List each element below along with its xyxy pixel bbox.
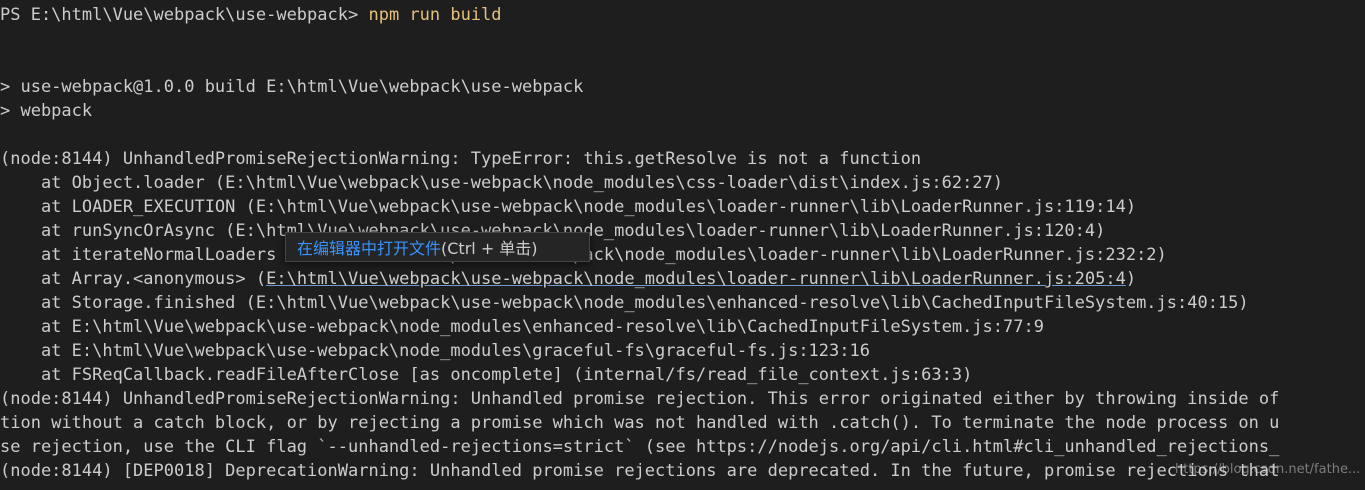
open-in-editor-tooltip: 在编辑器中打开文件 (Ctrl + 单击) <box>285 232 590 262</box>
tooltip-shortcut-hint: (Ctrl + 单击) <box>441 239 538 258</box>
stack-line: at Object.loader (E:\html\Vue\webpack\us… <box>0 173 1004 193</box>
stack-line: at E:\html\Vue\webpack\use-webpack\node_… <box>0 341 870 361</box>
open-in-editor-link[interactable]: 在编辑器中打开文件 <box>297 235 441 259</box>
prompt-line: PS E:\html\Vue\webpack\use-webpack> npm … <box>0 3 502 27</box>
stack-line: at FSReqCallback.readFileAfterClose [as … <box>0 365 973 385</box>
script-header-line: > use-webpack@1.0.0 build E:\html\Vue\we… <box>0 77 584 97</box>
terminal-panel[interactable]: PS E:\html\Vue\webpack\use-webpack> npm … <box>0 0 1365 490</box>
error-line: (node:8144) UnhandledPromiseRejectionWar… <box>0 149 922 169</box>
stack-line: at LOADER_EXECUTION (E:\html\Vue\webpack… <box>0 197 1137 217</box>
stack-line-array: at Array.<anonymous> (E:\html\Vue\webpac… <box>0 267 1136 291</box>
stack-suffix: ) <box>1125 269 1137 289</box>
file-link[interactable]: E:\html\Vue\webpack\use-webpack\node_mod… <box>266 269 1126 289</box>
warning-line: se rejection, use the CLI flag `--unhand… <box>0 437 1280 457</box>
watermark: https://blog.csdn.net/fathe... <box>1175 462 1361 477</box>
stack-line: at E:\html\Vue\webpack\use-webpack\node_… <box>0 317 1044 337</box>
warning-line: (node:8144) [DEP0018] DeprecationWarning… <box>0 461 1280 481</box>
warning-line: (node:8144) UnhandledPromiseRejectionWar… <box>0 389 1280 409</box>
stack-line: at Storage.finished (E:\html\Vue\webpack… <box>0 293 1249 313</box>
prompt-text: PS E:\html\Vue\webpack\use-webpack> <box>0 5 369 25</box>
warning-line: tion without a catch block, or by reject… <box>0 413 1280 433</box>
script-cmd-line: > webpack <box>0 101 93 121</box>
command-text: npm run build <box>368 5 502 25</box>
stack-prefix: at Array.<anonymous> ( <box>0 269 267 289</box>
